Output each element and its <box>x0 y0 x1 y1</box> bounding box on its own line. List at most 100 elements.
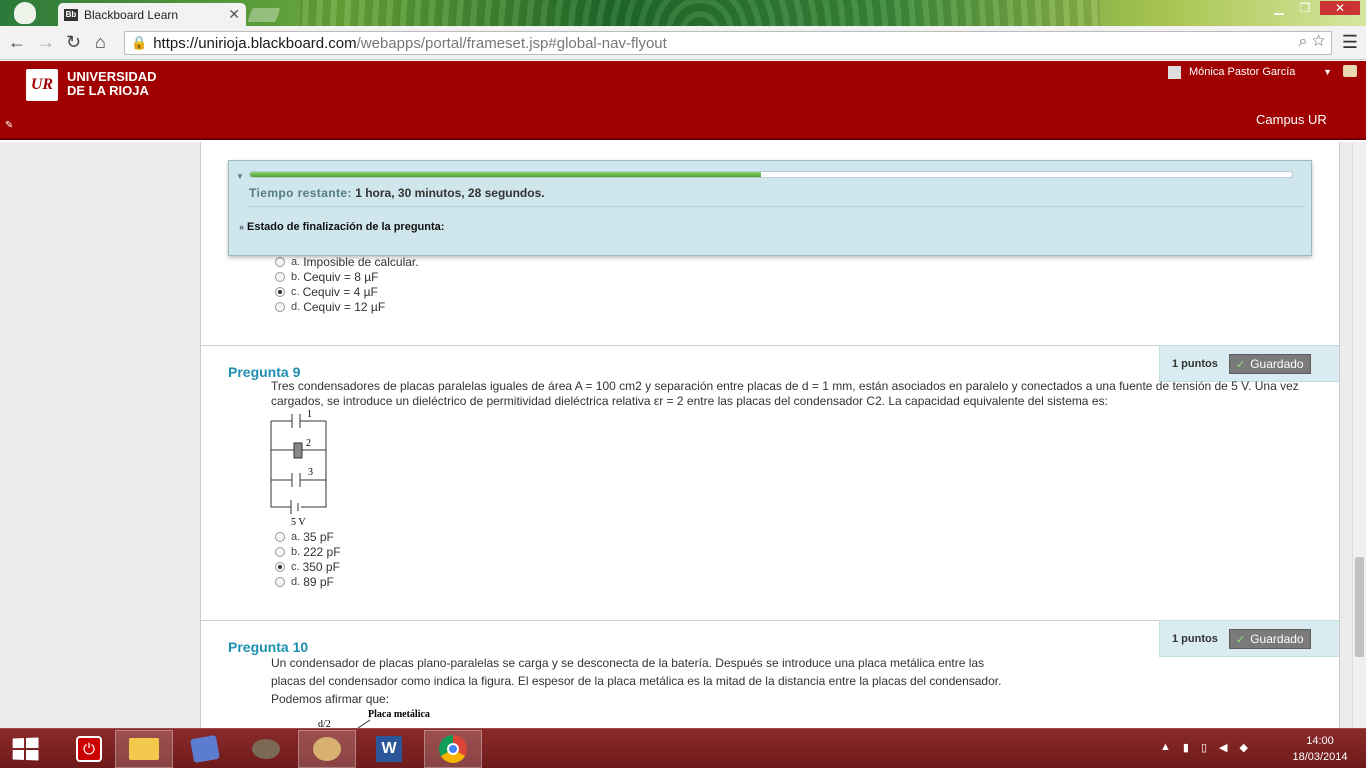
file-explorer-icon[interactable] <box>115 730 173 768</box>
radio-button[interactable] <box>275 546 285 557</box>
browser-toolbar: ← → ↻ ⌂ 🔒 https://unirioja.blackboard.co… <box>0 26 1366 60</box>
power-icon[interactable]: ⏻ <box>60 730 118 768</box>
system-tray: ▲ ▮ ▯ ◀ ◆ <box>1160 741 1248 754</box>
windows-taskbar: ⏻ W ▲ ▮ ▯ ◀ ◆ 14:00 18/03/2014 <box>0 728 1366 768</box>
checkmark-icon: ✓ <box>1236 358 1246 371</box>
time-remaining: Tiempo restante: 1 hora, 30 minutos, 28 … <box>249 186 545 200</box>
completion-status-toggle[interactable]: » Estado de finalización de la pregunta: <box>239 221 444 233</box>
question9-title: Pregunta 9 <box>228 364 301 380</box>
collapse-triangle-icon[interactable]: ▼ <box>236 172 244 181</box>
logout-icon[interactable] <box>1343 65 1357 77</box>
network-icon[interactable]: ▮ <box>1183 741 1189 754</box>
user-name: Mónica Pastor García <box>1189 66 1296 78</box>
question9-option[interactable]: b. 222 pF <box>275 544 341 559</box>
new-tab-button[interactable] <box>247 8 281 22</box>
show-hidden-icons[interactable]: ▲ <box>1160 741 1171 754</box>
question8-option[interactable]: c. Cequiv = 4 µF <box>275 284 419 299</box>
radio-button[interactable] <box>275 286 285 297</box>
option-text: 350 pF <box>302 559 340 574</box>
question8-option[interactable]: b. Cequiv = 8 µF <box>275 269 419 284</box>
back-icon[interactable]: ← <box>8 32 26 53</box>
option-text: Cequiv = 8 µF <box>303 269 379 284</box>
option-letter: a. <box>291 530 301 543</box>
divider <box>247 206 1305 207</box>
browser-titlebar: Bb Blackboard Learn ✕ ▁ ❐ ✕ <box>0 0 1366 26</box>
radio-button[interactable] <box>275 531 285 542</box>
option-letter: d. <box>291 575 301 588</box>
battery-icon[interactable]: ▯ <box>1201 741 1207 754</box>
user-menu[interactable]: Mónica Pastor García ▼ <box>1168 63 1332 81</box>
search-icon[interactable]: ⌕ <box>1299 33 1308 50</box>
word-icon[interactable]: W <box>360 730 418 768</box>
volume-icon[interactable]: ◀ <box>1219 741 1227 754</box>
radio-button[interactable] <box>275 576 285 587</box>
system-clock[interactable]: 14:00 18/03/2014 <box>1290 733 1350 765</box>
question10-status: 1 puntos ✓ Guardado <box>1159 620 1339 657</box>
chrome-icon[interactable] <box>424 730 482 768</box>
avatar <box>1168 65 1181 79</box>
lock-icon: 🔒 <box>131 35 148 50</box>
option-text: Cequiv = 12 µF <box>303 299 386 314</box>
forward-icon[interactable]: → <box>37 32 55 53</box>
address-bar[interactable]: 🔒 https://unirioja.blackboard.com/webapp… <box>124 31 1332 55</box>
page-scrollbar[interactable] <box>1352 142 1366 728</box>
question9-status: 1 puntos ✓ Guardado <box>1159 345 1339 382</box>
question10-text: Un condensador de placas plano-paralelas… <box>271 656 1002 706</box>
question9-option[interactable]: c. 350 pF <box>275 559 341 574</box>
home-icon[interactable]: ⌂ <box>95 32 106 53</box>
chevron-down-icon[interactable]: ▼ <box>1323 67 1332 77</box>
close-window-icon[interactable]: ✕ <box>1320 1 1360 15</box>
metal-plate-label: Placa metálica <box>368 709 430 720</box>
reload-icon[interactable]: ↻ <box>66 32 81 53</box>
capacitor-circuit-figure: 1 2 3 5 V <box>270 409 327 527</box>
metal-plate-figure: d/2 Placa metálica <box>318 709 430 728</box>
question8-option[interactable]: d. Cequiv = 12 µF <box>275 299 419 314</box>
university-name: UNIVERSIDAD DE LA RIOJA <box>67 69 157 98</box>
url-host: https://unirioja.blackboard.com <box>153 34 357 52</box>
d2-label: d/2 <box>318 719 331 728</box>
paint-icon[interactable] <box>298 730 356 768</box>
gimp-icon[interactable] <box>237 730 295 768</box>
media-player-icon[interactable] <box>176 730 234 768</box>
campus-link[interactable]: Campus UR <box>1256 112 1327 127</box>
option-text: 222 pF <box>303 544 341 559</box>
saved-badge: ✓ Guardado <box>1229 354 1311 374</box>
c3-label: 3 <box>308 467 313 478</box>
time-progress-bar <box>249 171 1293 178</box>
radio-button[interactable] <box>275 256 285 267</box>
university-logo[interactable]: UR <box>26 69 58 101</box>
minimize-icon[interactable]: ▁ <box>1268 1 1290 15</box>
close-tab-icon[interactable]: ✕ <box>228 6 240 23</box>
question9-option[interactable]: a. 35 pF <box>275 529 341 544</box>
option-letter: b. <box>291 270 301 283</box>
bookmark-star-icon[interactable]: ☆ <box>1312 33 1325 50</box>
tab-title: Blackboard Learn <box>84 7 179 22</box>
double-chevron-down-icon: » <box>239 222 245 232</box>
windows-start-icon[interactable] <box>12 737 39 761</box>
checkmark-icon: ✓ <box>1236 633 1246 646</box>
window-controls: ▁ ❐ ✕ <box>1268 1 1360 15</box>
browser-tab[interactable]: Bb Blackboard Learn ✕ <box>58 3 246 26</box>
option-text: 89 pF <box>303 574 334 589</box>
time-progress-fill <box>250 172 761 177</box>
question10-title: Pregunta 10 <box>228 639 309 655</box>
question9-option[interactable]: d. 89 pF <box>275 574 341 589</box>
option-letter: c. <box>291 560 300 573</box>
maximize-icon[interactable]: ❐ <box>1294 1 1316 15</box>
scrollbar-thumb[interactable] <box>1355 557 1364 657</box>
c1-label: 1 <box>307 409 312 420</box>
c2-label: 2 <box>306 438 311 449</box>
radio-button[interactable] <box>275 561 285 572</box>
option-text: Cequiv = 4 µF <box>302 284 378 299</box>
radio-button[interactable] <box>275 271 285 282</box>
pin-icon[interactable]: ✎ <box>5 120 13 131</box>
option-letter: b. <box>291 545 301 558</box>
question8-option[interactable]: a. Imposible de calcular. <box>275 254 419 269</box>
content-area: ▼ Tiempo restante: 1 hora, 30 minutos, 2… <box>0 142 1352 728</box>
profile-icon[interactable] <box>14 2 36 24</box>
source-label: 5 V <box>291 517 306 527</box>
dropbox-icon[interactable]: ◆ <box>1239 741 1247 754</box>
radio-button[interactable] <box>275 301 285 312</box>
question9-text: Tres condensadores de placas paralelas i… <box>271 379 1299 408</box>
chrome-menu-icon[interactable]: ☰ <box>1342 32 1358 53</box>
